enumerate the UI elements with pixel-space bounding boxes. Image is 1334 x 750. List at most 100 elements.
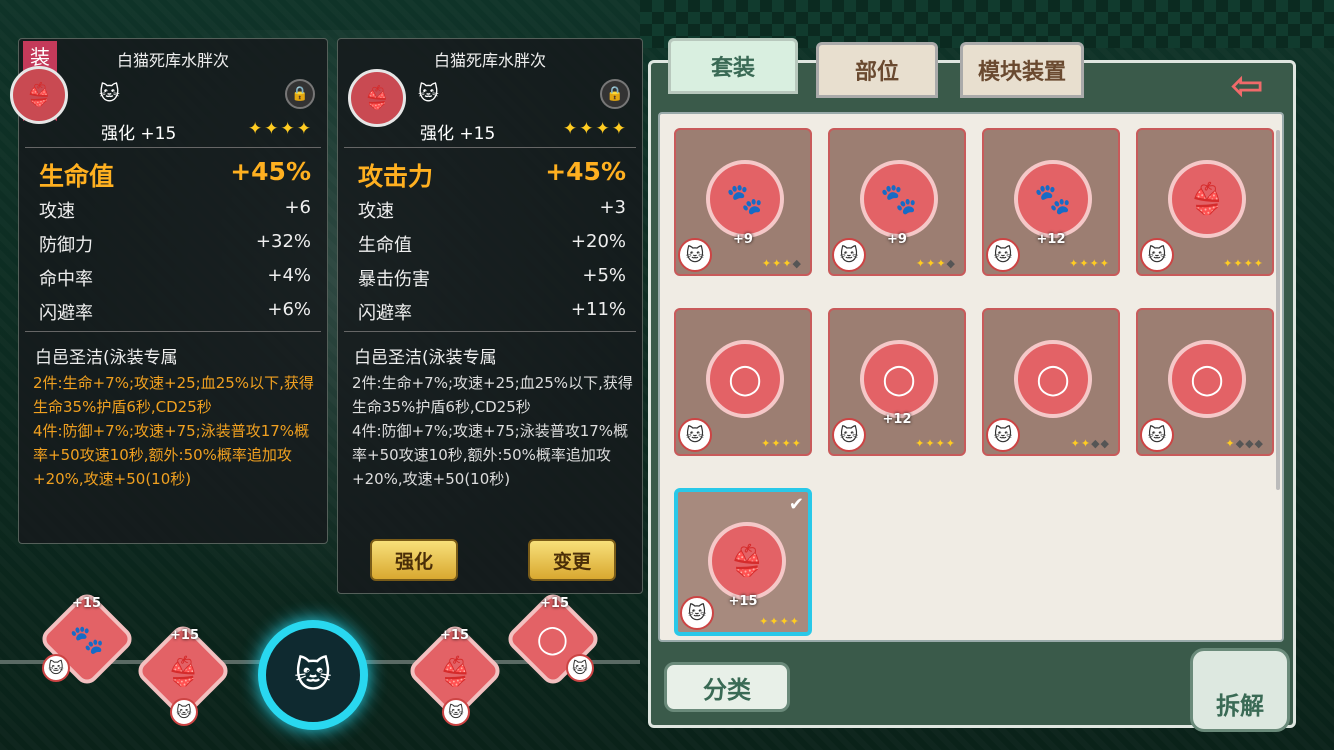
- sub-stat: 命中率 +4%: [39, 265, 311, 291]
- stat-label: 生命值: [358, 235, 412, 256]
- cat-icon: 🐱: [170, 698, 198, 726]
- stat-value: +3: [599, 197, 626, 218]
- item-level: +9: [733, 232, 753, 247]
- enhance-level: 强化 +15: [420, 124, 496, 144]
- stat-label: 攻速: [39, 201, 75, 222]
- stat-label: 防御力: [39, 235, 93, 256]
- cat-icon: 🐱: [1140, 418, 1174, 452]
- selected-item-panel: 白猫死库水胖次 👙 🐱 🔒 强化 +15 ✦✦✦✦ 攻击力 +45% 攻速 +3 …: [337, 38, 643, 594]
- inventory-item[interactable]: ◯ 🐱 ✦◆◆◆: [1136, 308, 1274, 456]
- star-icon: ✦: [791, 437, 802, 450]
- main-stat-label: 攻击力: [358, 162, 434, 191]
- back-arrow-icon[interactable]: ⇦: [1214, 66, 1280, 110]
- item-name: 白猫死库水胖次: [116, 51, 229, 70]
- item-stars: ✦✦◆◆: [1071, 437, 1110, 450]
- enhance-level: 强化 +15: [101, 124, 177, 144]
- item-icon: 🐾: [1014, 160, 1092, 238]
- star-icon: ✦: [1089, 257, 1100, 270]
- equipped-item-panel: 装备中 白猫死库水胖次 🐱 🔒 强化 +15 ✦✦✦✦ 生命值 +45% 攻速+…: [18, 38, 328, 544]
- star-icon: ✦: [945, 437, 956, 450]
- star-icon: ✦: [771, 437, 782, 450]
- inventory-item[interactable]: 🐾 🐱 +9 ✦✦✦◆: [674, 128, 812, 276]
- sub-stat: 暴击伤害 +5%: [358, 265, 626, 291]
- item-level: +12: [882, 412, 912, 427]
- star-icon: ✦: [761, 437, 772, 450]
- item-stars: ✦✦✦✦: [1069, 257, 1110, 270]
- inventory-item[interactable]: 👙 🐱 +15 ✦✦✦✦ ✔: [674, 488, 812, 636]
- sub-stat: 防御力 +32%: [39, 231, 311, 257]
- star-icon: ✦: [935, 437, 946, 450]
- bottom-slot-level: +15: [440, 628, 469, 643]
- star-icon: ✦: [782, 257, 793, 270]
- item-icon: 🐾: [706, 160, 784, 238]
- category-button[interactable]: 分类: [664, 662, 790, 712]
- tab-module[interactable]: 模块装置: [960, 42, 1084, 98]
- item-icon: 🐾: [860, 160, 938, 238]
- main-stat: 攻击力 +45%: [358, 157, 626, 193]
- lock-icon[interactable]: 🔒: [600, 79, 630, 109]
- star-icon: ✦: [1079, 257, 1090, 270]
- star-icon: ✦: [915, 257, 927, 270]
- main-stat-value: +45%: [545, 157, 626, 186]
- star-icon: ✦: [1253, 257, 1264, 270]
- star-icon: ✦: [1080, 437, 1092, 450]
- star-icon: ✦: [1233, 257, 1244, 270]
- item-stars: ✦✦✦✦: [1223, 257, 1264, 270]
- star-icon: ✦: [1225, 437, 1236, 450]
- inventory-item[interactable]: ◯ 🐱 ✦✦◆◆: [982, 308, 1120, 456]
- main-stat-value: +45%: [230, 157, 311, 186]
- stat-label: 攻速: [358, 201, 394, 222]
- rarity-stars: ✦✦✦✦: [563, 119, 628, 139]
- scrollbar[interactable]: [1276, 130, 1280, 490]
- dismantle-button[interactable]: 拆解: [1190, 648, 1290, 732]
- main-stat: 生命值 +45%: [39, 157, 311, 193]
- star-icon: ✦: [915, 437, 926, 450]
- cat-icon: 🐱: [99, 81, 120, 105]
- item-stars: ✦✦✦◆: [916, 257, 956, 270]
- inventory-item[interactable]: ◯ 🐱 ✦✦✦✦: [674, 308, 812, 456]
- star-icon: ✦: [1099, 257, 1110, 270]
- star-icon: ✦: [1070, 437, 1081, 450]
- item-icon: 👙: [708, 522, 786, 600]
- enhance-button[interactable]: 强化: [370, 539, 458, 581]
- tab-set[interactable]: 套装: [668, 38, 798, 94]
- item-icon: ◯: [1168, 340, 1246, 418]
- bottom-slot-level: +15: [72, 596, 101, 611]
- inventory-item[interactable]: 👙 🐱 ✦✦✦✦: [1136, 128, 1274, 276]
- item-icon: ◯: [860, 340, 938, 418]
- stat-value: +11%: [570, 299, 626, 320]
- change-button[interactable]: 变更: [528, 539, 616, 581]
- item-stars: ✦✦✦✦: [761, 437, 802, 450]
- star-icon: ✦: [779, 615, 790, 628]
- lock-icon[interactable]: 🔒: [285, 79, 315, 109]
- tab-part[interactable]: 部位: [816, 42, 938, 98]
- star-icon: ◆: [792, 257, 802, 270]
- item-icon: ◯: [1014, 340, 1092, 418]
- inventory-item[interactable]: 🐾 🐱 +9 ✦✦✦◆: [828, 128, 966, 276]
- item-level: +12: [1036, 232, 1066, 247]
- star-icon: ◆: [946, 257, 956, 270]
- item-stars: ✦✦✦✦: [915, 437, 956, 450]
- stat-value: +6%: [267, 299, 311, 320]
- star-icon: ✦: [926, 257, 937, 270]
- stat-value: +4%: [267, 265, 311, 286]
- divider: [25, 331, 321, 332]
- stat-label: 暴击伤害: [358, 269, 430, 290]
- center-cat-slot[interactable]: 🐱: [258, 620, 368, 730]
- item-stars: ✦✦✦◆: [762, 257, 802, 270]
- inventory-item[interactable]: ◯ 🐱 +12 ✦✦✦✦: [828, 308, 966, 456]
- sub-stat: 攻速 +6: [39, 197, 311, 223]
- star-icon: ◆: [1235, 437, 1246, 450]
- main-stat-label: 生命值: [39, 162, 115, 191]
- star-icon: ◆: [1100, 437, 1110, 450]
- stat-label: 闪避率: [39, 303, 93, 324]
- set-description: 2件:生命+7%;攻速+25;血25%以下,获得生命35%护盾6秒,CD25秒 …: [352, 374, 633, 488]
- set-description: 2件:生命+7%;攻速+25;血25%以下,获得生命35%护盾6秒,CD25秒 …: [33, 374, 314, 488]
- equipped-item-icon: 👙: [10, 66, 68, 124]
- inventory-item[interactable]: 🐾 🐱 +12 ✦✦✦✦: [982, 128, 1120, 276]
- item-icon: ◯: [706, 340, 784, 418]
- star-icon: ✦: [1223, 257, 1234, 270]
- stat-value: +32%: [255, 231, 311, 252]
- stat-value: +20%: [570, 231, 626, 252]
- set-name: 白邑圣洁(泳装专属: [35, 348, 178, 368]
